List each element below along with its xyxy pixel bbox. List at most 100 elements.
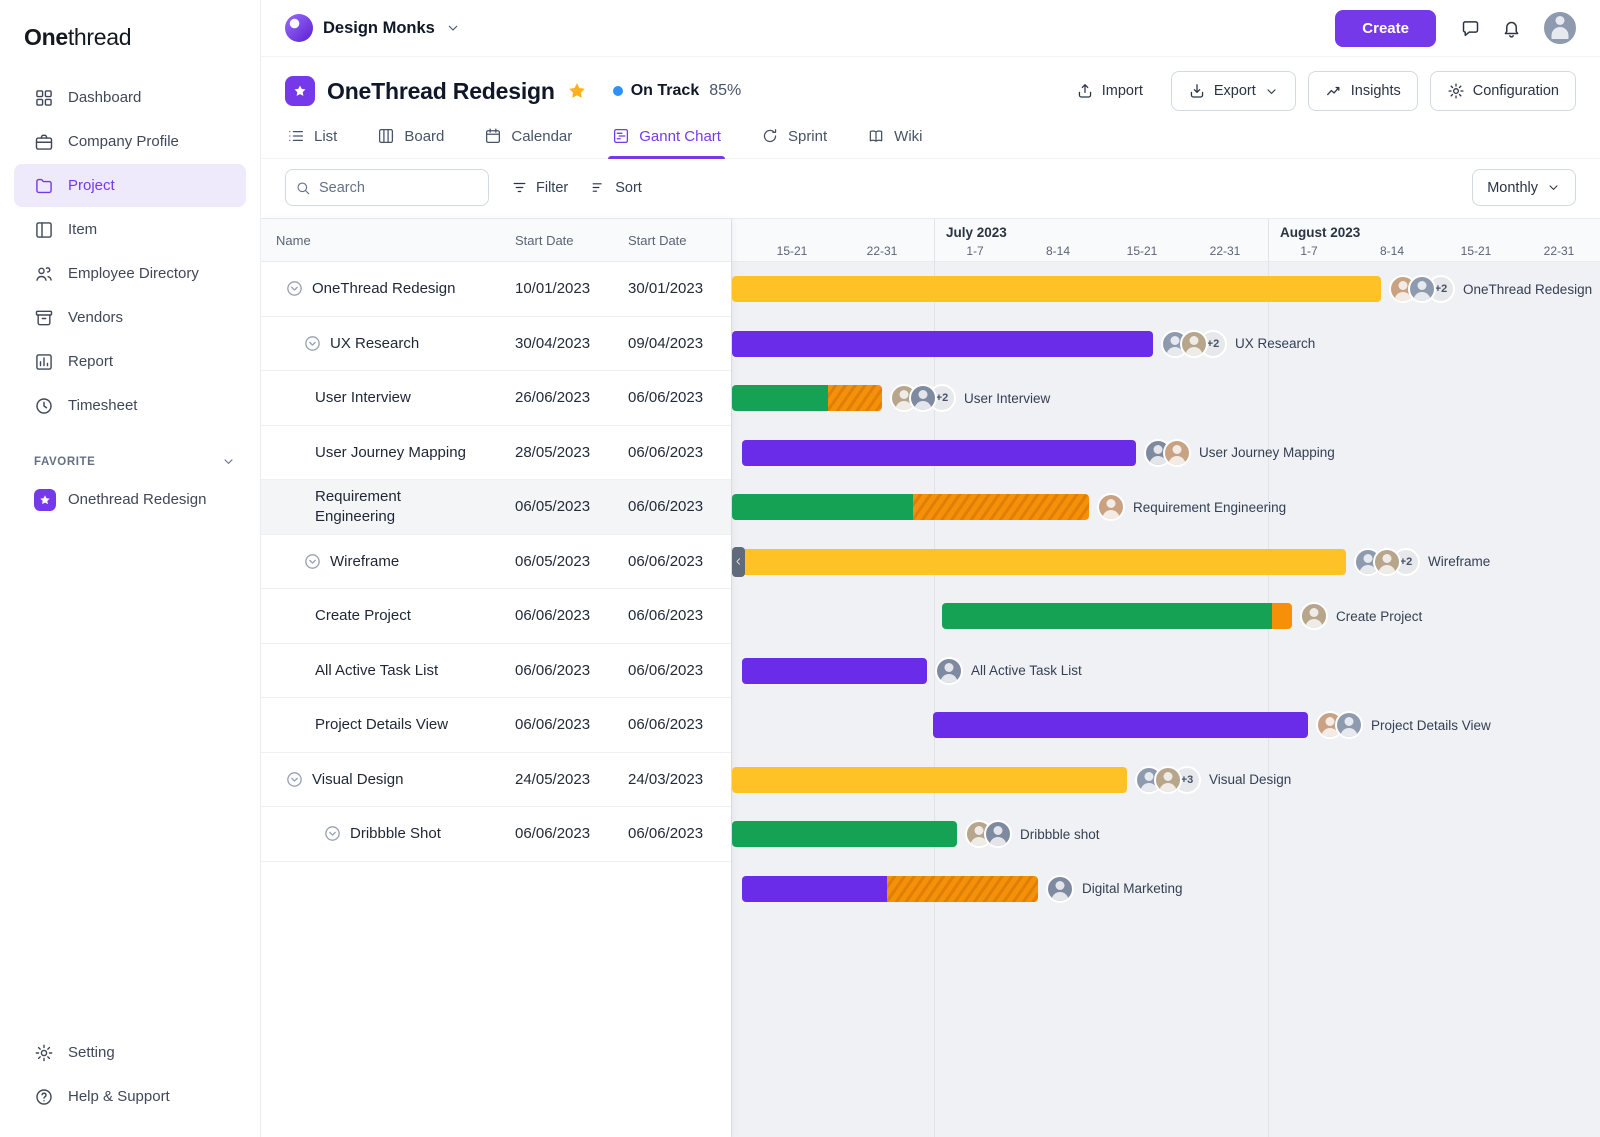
task-name-cell: Requirement Engineering: [261, 487, 515, 526]
export-label: Export: [1214, 83, 1256, 99]
gantt-bar[interactable]: [942, 603, 1292, 629]
avatar: [1300, 602, 1328, 630]
notifications-bell-icon[interactable]: [1501, 18, 1522, 39]
gantt-bar[interactable]: [732, 549, 1346, 575]
circle-chevron-icon[interactable]: [303, 552, 322, 571]
gantt-bar[interactable]: [732, 821, 957, 847]
tab-wiki[interactable]: Wiki: [865, 117, 924, 158]
favorite-star-icon[interactable]: [567, 81, 587, 101]
task-name-cell: Visual Design: [261, 770, 515, 790]
tab-board[interactable]: Board: [375, 117, 446, 158]
table-row[interactable]: User Interview26/06/202306/06/2023: [261, 371, 731, 426]
favorites-list: Onethread Redesign: [0, 477, 260, 522]
table-row[interactable]: Project Details View06/06/202306/06/2023: [261, 698, 731, 753]
sidebar-item-dashboard[interactable]: Dashboard: [14, 76, 246, 119]
task-name: OneThread Redesign: [312, 279, 455, 299]
task-name-cell: UX Research: [261, 334, 515, 354]
sidebar-item-help-support[interactable]: Help & Support: [14, 1075, 246, 1118]
calendar-icon: [484, 127, 502, 145]
search-box: [285, 169, 489, 206]
wiki-icon: [867, 127, 885, 145]
gantt-bar-segment-green: [732, 821, 957, 847]
gantt-bar-label: UX Research: [1235, 336, 1315, 351]
sidebar-item-timesheet[interactable]: Timesheet: [14, 384, 246, 427]
sidebar-item-project[interactable]: Project: [14, 164, 246, 207]
sidebar-item-vendors[interactable]: Vendors: [14, 296, 246, 339]
circle-chevron-icon[interactable]: [285, 279, 304, 298]
table-row[interactable]: UX Research30/04/202309/04/2023: [261, 317, 731, 372]
gantt-bar[interactable]: [732, 385, 882, 411]
circle-chevron-icon[interactable]: [323, 824, 342, 843]
tab-sprint[interactable]: Sprint: [759, 117, 829, 158]
gantt-bar-meta: +2OneThread Redesign: [1389, 274, 1592, 304]
filter-button[interactable]: Filter: [511, 179, 568, 196]
main: Design Monks Create OneThread Redesign O…: [261, 0, 1600, 1137]
page-header: OneThread Redesign On Track 85% Import E…: [261, 57, 1600, 115]
task-end-date: 06/06/2023: [628, 389, 731, 406]
avatar: [935, 657, 963, 685]
task-end-date: 06/06/2023: [628, 498, 731, 515]
sidebar-item-setting[interactable]: Setting: [14, 1031, 246, 1074]
sidebar-item-employee-directory[interactable]: Employee Directory: [14, 252, 246, 295]
avatar: [1154, 766, 1182, 794]
insights-icon: [1325, 82, 1343, 100]
table-row[interactable]: All Active Task List06/06/202306/06/2023: [261, 644, 731, 699]
gantt-bar-meta: Project Details View: [1316, 710, 1491, 740]
sidebar-item-label: Help & Support: [68, 1088, 170, 1105]
workspace-switcher[interactable]: Design Monks: [285, 14, 461, 42]
circle-chevron-icon[interactable]: [285, 770, 304, 789]
sidebar-item-item[interactable]: Item: [14, 208, 246, 251]
tab-gannt-chart[interactable]: Gannt Chart: [610, 117, 723, 158]
task-end-date: 06/06/2023: [628, 444, 731, 461]
sidebar-item-company-profile[interactable]: Company Profile: [14, 120, 246, 163]
insights-button[interactable]: Insights: [1308, 71, 1418, 111]
grid-icon: [34, 88, 54, 108]
gantt-bar[interactable]: [742, 440, 1136, 466]
configuration-label: Configuration: [1473, 83, 1559, 99]
sidebar-item-label: Company Profile: [68, 133, 179, 150]
zoom-range-select[interactable]: Monthly: [1472, 169, 1576, 206]
gantt-bar-segment-orange-hatch: [828, 385, 882, 411]
table-row[interactable]: Dribbble Shot06/06/202306/06/2023: [261, 807, 731, 862]
table-row[interactable]: User Journey Mapping28/05/202306/06/2023: [261, 426, 731, 481]
gantt-bar-segment-green: [732, 385, 828, 411]
task-name: User Interview: [315, 388, 411, 408]
export-button[interactable]: Export: [1171, 71, 1296, 111]
gantt-bar[interactable]: [742, 658, 927, 684]
gantt-bar[interactable]: [742, 876, 1038, 902]
collapse-panel-handle[interactable]: [732, 547, 745, 577]
circle-chevron-icon[interactable]: [303, 334, 322, 353]
task-name-cell: Wireframe: [261, 552, 515, 572]
gantt-chart: July 2023August 202315-2122-311-78-1415-…: [731, 219, 1600, 1137]
table-row[interactable]: Visual Design24/05/202324/03/2023: [261, 753, 731, 808]
gantt-bar[interactable]: [933, 712, 1308, 738]
tab-list[interactable]: List: [285, 117, 339, 158]
gantt-bar-segment-yellow: [732, 276, 1381, 302]
gantt-bar[interactable]: [732, 331, 1153, 357]
sort-button[interactable]: Sort: [590, 179, 642, 196]
chart-icon: [34, 352, 54, 372]
configuration-button[interactable]: Configuration: [1430, 71, 1576, 111]
table-row[interactable]: Wireframe06/05/202306/06/2023: [261, 535, 731, 590]
task-end-date: 06/06/2023: [628, 553, 731, 570]
favorite-item[interactable]: Onethread Redesign: [14, 478, 246, 521]
gantt-bar-label: Wireframe: [1428, 554, 1490, 569]
table-row[interactable]: Requirement Engineering06/05/202306/06/2…: [261, 480, 731, 535]
sidebar-item-label: Project: [68, 177, 115, 194]
favorites-section-toggle[interactable]: FAVORITE: [34, 454, 236, 469]
gantt-bar[interactable]: [732, 276, 1381, 302]
task-name-cell: Project Details View: [261, 715, 515, 735]
gantt-bar[interactable]: [732, 767, 1127, 793]
chat-icon[interactable]: [1460, 18, 1481, 39]
user-avatar[interactable]: [1542, 10, 1578, 46]
sidebar-footer: Setting Help & Support: [0, 1030, 260, 1119]
tab-calendar[interactable]: Calendar: [482, 117, 574, 158]
task-name: Requirement Engineering: [315, 487, 483, 526]
table-row[interactable]: Create Project06/06/202306/06/2023: [261, 589, 731, 644]
import-button[interactable]: Import: [1066, 71, 1153, 111]
gantt-bar[interactable]: [732, 494, 1089, 520]
search-input[interactable]: [285, 169, 489, 206]
table-row[interactable]: OneThread Redesign10/01/202330/01/2023: [261, 262, 731, 317]
sidebar-item-report[interactable]: Report: [14, 340, 246, 383]
create-button[interactable]: Create: [1335, 10, 1436, 47]
